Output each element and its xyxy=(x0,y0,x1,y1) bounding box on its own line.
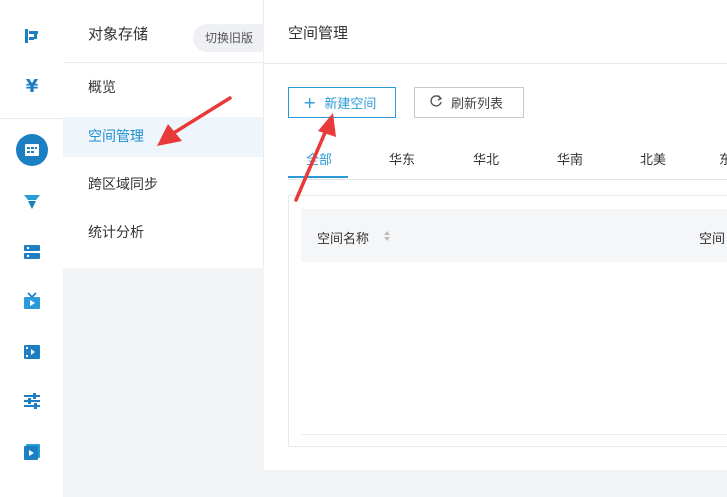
sidebar-title: 对象存储 xyxy=(88,25,149,43)
column-header-space-name[interactable]: 空间名称 xyxy=(317,228,369,247)
new-space-button[interactable]: + 新建空间 xyxy=(288,87,396,118)
region-tabs: 全部 华东 华北 华南 北美 东 xyxy=(288,143,727,180)
billing-yen-icon[interactable]: ¥ xyxy=(16,70,48,102)
active-tab-indicator xyxy=(288,176,348,178)
main-header: 空间管理 xyxy=(264,0,727,64)
sidebar-header: 对象存储 切换旧版 xyxy=(63,0,273,63)
media-icon[interactable] xyxy=(16,436,48,468)
tab-north-china[interactable]: 华北 xyxy=(473,149,499,168)
table-header: 空间名称 空间 xyxy=(301,209,727,262)
live-icon[interactable] xyxy=(16,285,48,317)
video-icon[interactable] xyxy=(16,336,48,368)
new-space-label: 新建空间 xyxy=(324,97,377,112)
refresh-list-button[interactable]: 刷新列表 xyxy=(414,87,524,118)
tab-south-china[interactable]: 华南 xyxy=(557,149,583,168)
sidebar-item-statistics[interactable]: 统计分析 xyxy=(63,213,263,253)
page-title: 空间管理 xyxy=(288,24,349,42)
refresh-list-label: 刷新列表 xyxy=(451,97,504,112)
settings-sliders-icon[interactable] xyxy=(16,385,48,417)
server-icon[interactable] xyxy=(16,236,48,268)
footer-gap xyxy=(264,470,727,497)
sidebar-item-cross-region-sync[interactable]: 跨区域同步 xyxy=(63,165,263,205)
rail-divider xyxy=(0,118,63,119)
storage-icon[interactable] xyxy=(16,134,48,166)
sort-icon[interactable] xyxy=(383,230,391,242)
tab-southeast-asia[interactable]: 东 xyxy=(719,149,727,168)
icon-rail: ¥ xyxy=(0,0,64,497)
object-storage-sidebar: 对象存储 切换旧版 概览 空间管理 跨区域同步 统计分析 xyxy=(63,0,273,268)
sidebar-empty-area xyxy=(63,268,263,497)
sidebar-item-space-management[interactable]: 空间管理 xyxy=(63,117,263,157)
main-panel: 空间管理 + 新建空间 刷新列表 全部 华东 华北 华南 北美 东 空间名称 空… xyxy=(264,0,727,497)
sidebar-item-overview[interactable]: 概览 xyxy=(63,68,263,108)
cdn-icon[interactable] xyxy=(16,186,48,218)
switch-old-version-button[interactable]: 切换旧版 xyxy=(193,24,273,52)
spaces-table: 空间名称 空间 xyxy=(288,195,727,447)
table-body xyxy=(301,262,727,435)
tab-all[interactable]: 全部 xyxy=(306,149,332,168)
tab-north-america[interactable]: 北美 xyxy=(640,149,666,168)
qiniu-logo-icon[interactable] xyxy=(16,20,48,52)
refresh-icon xyxy=(429,94,443,111)
column-header-space[interactable]: 空间 xyxy=(699,228,725,247)
plus-icon: + xyxy=(303,92,317,112)
tab-east-china[interactable]: 华东 xyxy=(389,149,415,168)
